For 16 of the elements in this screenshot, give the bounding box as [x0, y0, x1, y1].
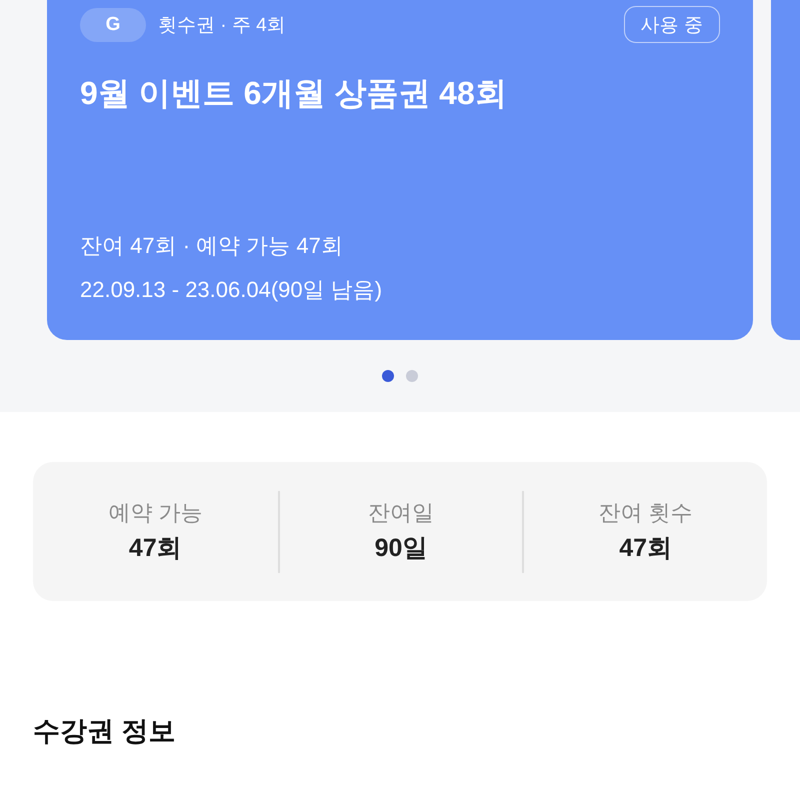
pass-title: 9월 이벤트 6개월 상품권 48회	[80, 74, 508, 113]
section-title: 수강권 정보	[33, 715, 176, 748]
stat-label: 예약 가능	[108, 499, 202, 527]
page-dot-icon[interactable]	[406, 370, 418, 382]
page-dot-icon[interactable]	[382, 370, 394, 382]
status-badge: 사용 중	[624, 6, 720, 43]
stat-label: 잔여 횟수	[598, 499, 693, 527]
stat-value: 90일	[374, 533, 428, 564]
grade-badge: G	[80, 8, 146, 42]
stat-value: 47회	[619, 533, 672, 564]
remaining-text: 잔여 47회 · 예약 가능 47회	[80, 232, 344, 260]
period-text: 22.09.13 - 23.06.04(90일 남음)	[80, 276, 384, 304]
stat-label: 잔여일	[368, 499, 434, 527]
pass-type-text: 횟수권 · 주 4회	[158, 14, 286, 38]
pass-card[interactable]: G 횟수권 · 주 4회 사용 중 9월 이벤트 6개월 상품권 48회 잔여 47회 · 예약 가능 47회 22.09.13 - 23.06.04(90일 남음)	[47, 0, 753, 340]
stat-value: 47회	[128, 533, 182, 564]
